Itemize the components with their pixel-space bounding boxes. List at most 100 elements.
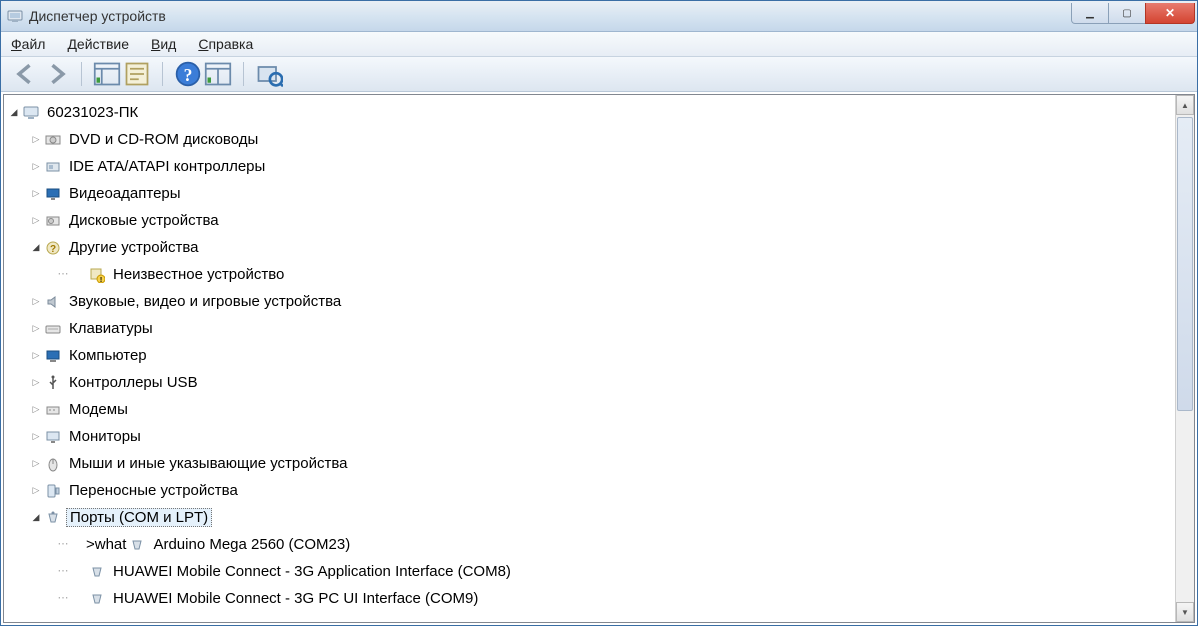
tree-node-computer[interactable]: Компьютер [8,342,1175,369]
toolbar-rescan-button[interactable] [254,60,284,88]
expand-toggle[interactable] [30,486,42,496]
toolbar-forward-button[interactable] [41,60,71,88]
tree-node-disk[interactable]: Дисковые устройства [8,207,1175,234]
expand-toggle[interactable] [30,405,42,415]
monitor-icon [44,429,62,445]
tree-connector: ⋯ [52,269,74,280]
device-manager-window: Диспетчер устройств Файл Действие Вид Сп… [0,0,1198,626]
com-port-icon [128,537,146,553]
tree-connector: ⋯ [52,566,74,577]
window-controls [1072,3,1195,23]
ide-controller-icon [44,159,62,175]
node-label: Порты (COM и LPT) [66,508,212,527]
usb-icon [44,375,62,391]
svg-text:!: ! [100,277,102,283]
node-label: 60231023-ПК [44,104,141,121]
svg-text:?: ? [184,65,193,85]
toolbar-properties-button[interactable] [122,60,152,88]
expand-toggle[interactable] [30,324,42,334]
expand-toggle[interactable] [30,513,42,523]
expand-toggle[interactable] [30,162,42,172]
tree-node-other[interactable]: ? Другие устройства [8,234,1175,261]
tree-node-portable[interactable]: Переносные устройства [8,477,1175,504]
expand-toggle[interactable] [30,135,42,145]
toolbar-back-button[interactable] [11,60,41,88]
titlebar[interactable]: Диспетчер устройств [1,1,1197,32]
expand-toggle[interactable] [30,297,42,307]
modem-icon [44,402,62,418]
expand-toggle[interactable] [30,432,42,442]
svg-text:?: ? [50,244,56,255]
node-label: Arduino Mega 2560 (COM23) [150,536,353,553]
node-label: Переносные устройства [66,482,241,499]
tree-node-ide[interactable]: IDE ATA/ATAPI контроллеры [8,153,1175,180]
close-button[interactable] [1145,3,1195,24]
toolbar-scan-button[interactable] [203,60,233,88]
menu-action[interactable]: Действие [67,36,129,52]
node-label: Клавиатуры [66,320,156,337]
node-label: Компьютер [66,347,150,364]
minimize-button[interactable] [1071,3,1109,24]
node-label: Модемы [66,401,131,418]
tree-leaf-huawei-pcui[interactable]: ⋯ HUAWEI Mobile Connect - 3G PC UI Inter… [8,585,1175,612]
node-label: Контроллеры USB [66,374,201,391]
scroll-down-button[interactable]: ▼ [1176,602,1194,622]
tree-leaf-huawei-app[interactable]: ⋯ HUAWEI Mobile Connect - 3G Application… [8,558,1175,585]
node-label: IDE ATA/ATAPI контроллеры [66,158,268,175]
menu-view[interactable]: Вид [151,36,176,52]
keyboard-icon [44,321,62,337]
disc-drive-icon [44,132,62,148]
computer-icon [22,105,40,121]
tree-root[interactable]: 60231023-ПК [8,99,1175,126]
ports-icon [44,510,62,526]
content-area: 60231023-ПК DVD и CD-ROM дисководы IDE A… [3,94,1195,623]
node-label: Другие устройства [66,239,201,256]
tree-node-monitor[interactable]: Мониторы [8,423,1175,450]
app-icon [7,8,23,24]
expand-toggle[interactable] [30,378,42,388]
tree-node-modem[interactable]: Модемы [8,396,1175,423]
toolbar-help-button[interactable]: ? [173,60,203,88]
tree-leaf-arduino[interactable]: ⋯ >what Arduino Mega 2560 (COM23) [8,531,1175,558]
display-adapter-icon [44,186,62,202]
node-label: Звуковые, видео и игровые устройства [66,293,344,310]
expand-toggle[interactable] [8,108,20,118]
scroll-track[interactable] [1176,115,1194,602]
scroll-thumb[interactable] [1177,117,1193,411]
toolbar-detail-button[interactable] [92,60,122,88]
tree-node-usb[interactable]: Контроллеры USB [8,369,1175,396]
expand-toggle[interactable] [30,351,42,361]
tree-node-keyboard[interactable]: Клавиатуры [8,315,1175,342]
tree-node-dvd[interactable]: DVD и CD-ROM дисководы [8,126,1175,153]
computer-icon [44,348,62,364]
node-label: Мыши и иные указывающие устройства [66,455,350,472]
vertical-scrollbar[interactable]: ▲ ▼ [1175,95,1194,622]
expand-toggle[interactable] [30,459,42,469]
tree-node-mouse[interactable]: Мыши и иные указывающие устройства [8,450,1175,477]
expand-toggle[interactable] [30,216,42,226]
unknown-device-icon: ! [88,267,106,283]
scroll-up-button[interactable]: ▲ [1176,95,1194,115]
tree-connector: ⋯ [52,593,74,604]
menu-file[interactable]: Файл [11,36,45,52]
node-label: Мониторы [66,428,144,445]
portable-device-icon [44,483,62,499]
sound-icon [44,294,62,310]
node-label: HUAWEI Mobile Connect - 3G PC UI Interfa… [110,590,481,607]
window-title: Диспетчер устройств [29,8,1072,24]
disk-drive-icon [44,213,62,229]
menu-help[interactable]: Справка [198,36,253,52]
tree-node-ports[interactable]: Порты (COM и LPT) [8,504,1175,531]
maximize-button[interactable] [1108,3,1146,24]
menubar: Файл Действие Вид Справка [1,32,1197,57]
expand-toggle[interactable] [30,243,42,253]
node-label: DVD и CD-ROM дисководы [66,131,261,148]
com-port-icon [88,564,106,580]
tree-node-unknown[interactable]: ⋯ ! Неизвестное устройство [8,261,1175,288]
expand-toggle[interactable] [30,189,42,199]
toolbar: ? [1,57,1197,92]
device-tree[interactable]: 60231023-ПК DVD и CD-ROM дисководы IDE A… [4,95,1175,622]
node-label: HUAWEI Mobile Connect - 3G Application I… [110,563,514,580]
tree-node-sound[interactable]: Звуковые, видео и игровые устройства [8,288,1175,315]
tree-node-video[interactable]: Видеоадаптеры [8,180,1175,207]
